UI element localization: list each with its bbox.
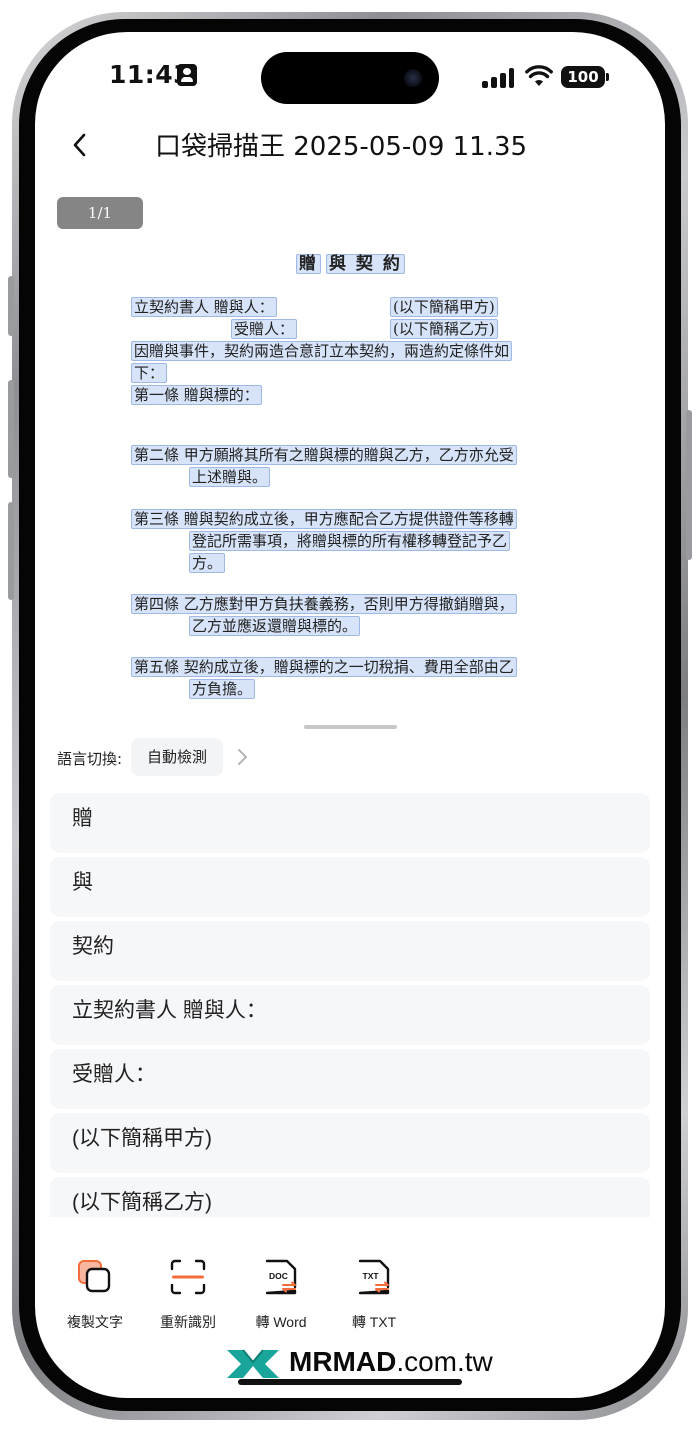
- result-item[interactable]: 贈: [50, 793, 650, 853]
- screen: 11:43 100 口袋掃描王 2025-05-09 11.35 1/1 贈 與…: [35, 32, 665, 1398]
- rescan-button[interactable]: 重新識別: [140, 1257, 236, 1332]
- watermark-text: MRMAD.com.tw: [289, 1346, 493, 1378]
- doc-line-article-4[interactable]: 第四條 乙方應對甲方負扶養義務，否則甲方得撤銷贈與，: [131, 594, 517, 614]
- action-button: [8, 276, 14, 336]
- rescan-icon: [170, 1259, 206, 1295]
- doc-line-article-1[interactable]: 第一條 贈與標的：: [131, 385, 262, 405]
- doc-line-article-5[interactable]: 第五條 契約成立後，贈與標的之一切稅捐、費用全部由乙: [131, 657, 517, 677]
- svg-text:TXT: TXT: [363, 1271, 380, 1281]
- doc-line-article-5-cont[interactable]: 方負擔。: [189, 679, 256, 699]
- doc-line-article-3-end[interactable]: 方。: [189, 553, 226, 573]
- doc-line-article-2-cont[interactable]: 上述贈與。: [189, 467, 271, 487]
- language-label: 語言切換:: [57, 750, 123, 768]
- page-indicator: 1/1: [57, 197, 143, 229]
- copy-text-label: 複製文字: [67, 1314, 123, 1330]
- volume-up-button: [8, 380, 14, 478]
- doc-title-rest[interactable]: 與 契 約: [326, 254, 405, 274]
- watermark-brand: MRMAD: [289, 1346, 397, 1377]
- doc-line-article-2[interactable]: 第二條 甲方願將其所有之贈與標的贈與乙方，乙方亦允受: [131, 445, 517, 465]
- result-item[interactable]: 契約: [50, 921, 650, 981]
- copy-icon: [78, 1260, 111, 1293]
- convert-txt-label: 轉 TXT: [351, 1314, 397, 1330]
- word-document-icon: DOC: [265, 1259, 297, 1295]
- doc-line-article-3[interactable]: 第三條 贈與契約成立後，甲方應配合乙方提供證件等移轉: [131, 509, 517, 529]
- txt-document-icon: TXT: [358, 1259, 390, 1295]
- doc-line-party-b[interactable]: (以下簡稱乙方): [390, 319, 498, 339]
- result-item[interactable]: (以下簡稱乙方): [50, 1177, 650, 1217]
- doc-line-preamble[interactable]: 因贈與事件，契約兩造合意訂立本契約，兩造約定條件如: [131, 341, 513, 361]
- rescan-label: 重新識別: [160, 1314, 216, 1330]
- scanned-document[interactable]: 1/1 贈 與 契 約 立契約書人 贈與人： (以下簡稱甲方) 受贈人： (以下…: [35, 32, 665, 732]
- mrmad-logo-icon: [227, 1349, 279, 1378]
- doc-line-article-3-cont[interactable]: 登記所需事項，將贈與標的所有權移轉登記予乙: [189, 531, 511, 551]
- result-item[interactable]: 與: [50, 857, 650, 917]
- doc-line-article-4-cont[interactable]: 乙方並應返還贈與標的。: [189, 616, 361, 636]
- result-item[interactable]: (以下簡稱甲方): [50, 1113, 650, 1173]
- language-selector[interactable]: 自動檢測: [131, 738, 223, 776]
- convert-txt-button[interactable]: TXT 轉 TXT: [326, 1257, 422, 1332]
- copy-text-button[interactable]: 複製文字: [47, 1257, 143, 1332]
- doc-line-preamble-cont[interactable]: 下：: [131, 363, 168, 383]
- svg-text:DOC: DOC: [269, 1271, 288, 1281]
- doc-line-grantor[interactable]: 立契約書人 贈與人：: [131, 297, 277, 317]
- doc-line-grantee[interactable]: 受贈人：: [231, 319, 298, 339]
- home-indicator[interactable]: [238, 1379, 462, 1385]
- volume-down-button: [8, 502, 14, 600]
- doc-title-char[interactable]: 贈: [296, 254, 321, 274]
- result-item[interactable]: 立契約書人 贈與人：: [50, 985, 650, 1045]
- watermark-tld: .com.tw: [396, 1346, 493, 1377]
- chevron-right-icon[interactable]: [235, 748, 249, 766]
- convert-word-label: 轉 Word: [255, 1314, 307, 1330]
- convert-word-button[interactable]: DOC 轉 Word: [233, 1257, 329, 1332]
- power-button: [686, 410, 692, 560]
- doc-line-party-a[interactable]: (以下簡稱甲方): [390, 297, 498, 317]
- result-item[interactable]: 受贈人：: [50, 1049, 650, 1109]
- ocr-result-list[interactable]: 贈 與 契約 立契約書人 贈與人： 受贈人： (以下簡稱甲方) (以下簡稱乙方): [50, 793, 650, 1217]
- sheet-drag-handle[interactable]: [304, 725, 397, 729]
